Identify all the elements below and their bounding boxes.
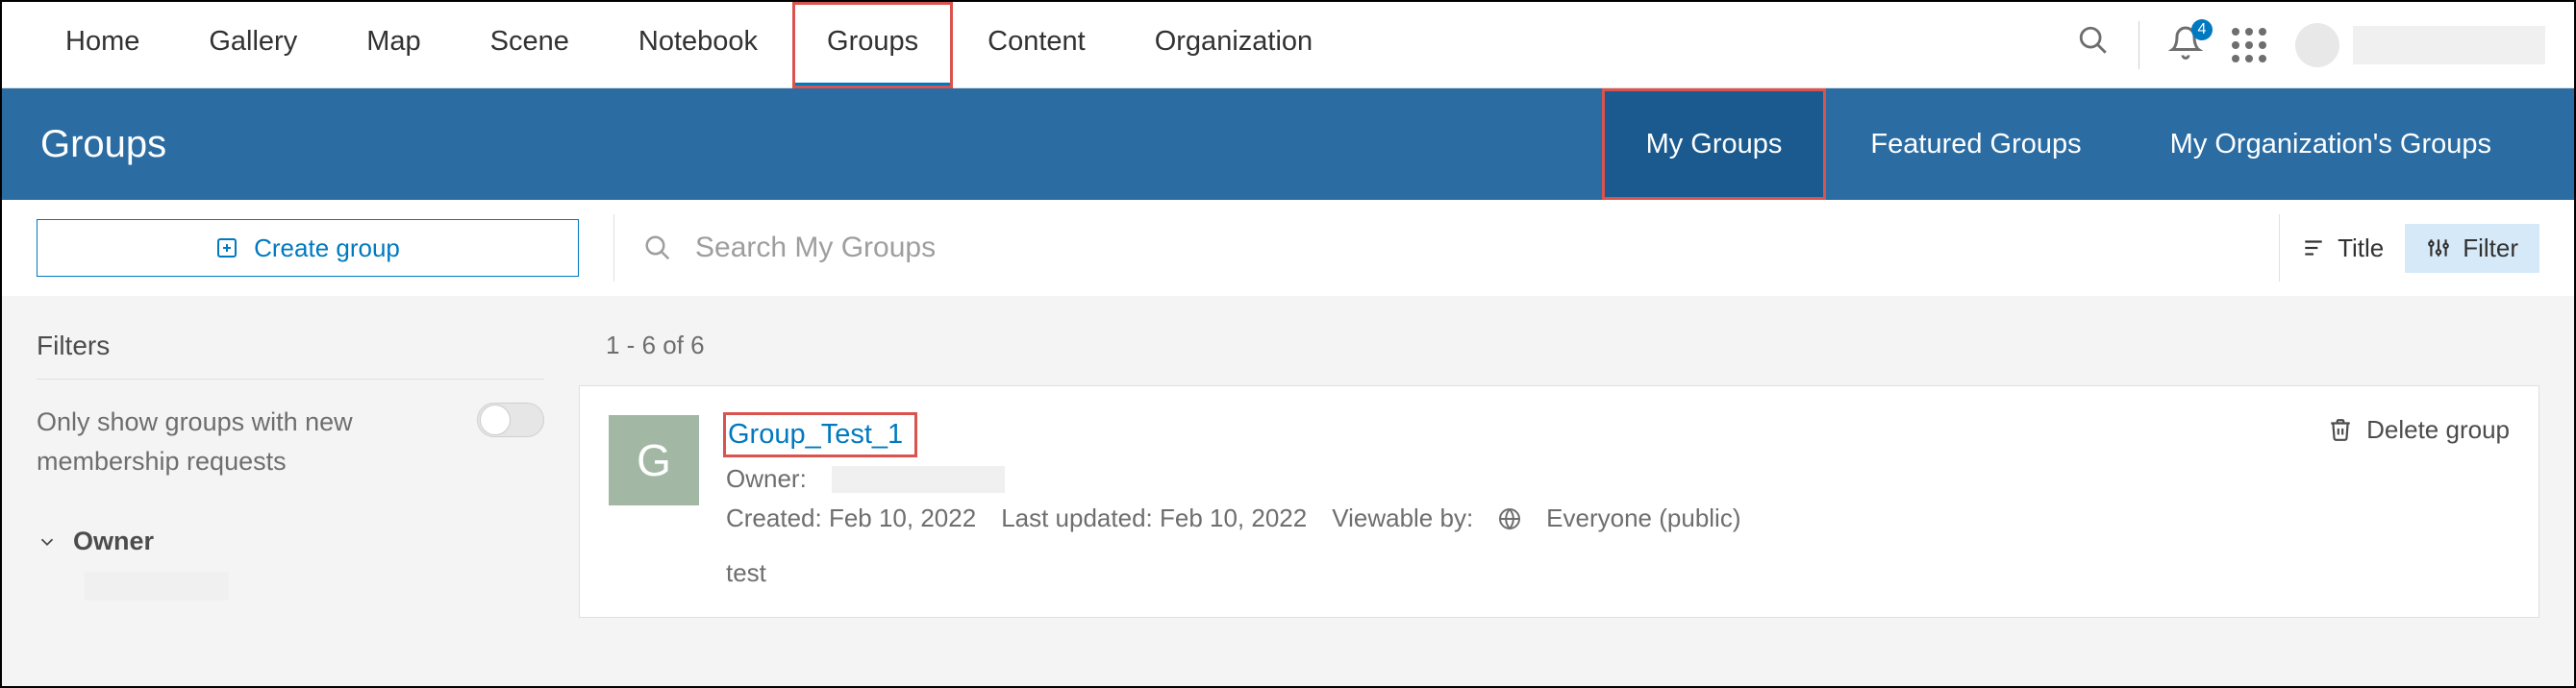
nav-content[interactable]: Content [953,2,1120,88]
nav-groups[interactable]: Groups [792,2,953,88]
divider [2138,21,2139,69]
group-card: G Group_Test_1 Owner: Created: Feb 10, 2… [579,385,2539,618]
tab-org-groups[interactable]: My Organization's Groups [2126,88,2536,200]
sort-icon [2301,235,2326,260]
apps-launcher-icon[interactable] [2232,28,2266,62]
profile-button[interactable] [2295,23,2545,67]
owner-label: Owner: [726,464,807,494]
page-header: Groups My Groups Featured Groups My Orga… [2,88,2574,200]
globe-icon [1498,507,1521,530]
filter-button[interactable]: Filter [2405,224,2539,273]
filter-membership-requests: Only show groups with new membership req… [37,403,544,480]
nav-map[interactable]: Map [332,2,455,88]
created-text: Created: Feb 10, 2022 [726,504,976,533]
group-thumbnail: G [609,415,699,505]
sort-button[interactable]: Title [2279,214,2405,282]
updated-text: Last updated: Feb 10, 2022 [1001,504,1307,533]
divider [37,379,544,380]
search-wrap [614,232,2279,264]
filter-label: Only show groups with new membership req… [37,403,458,480]
search-icon[interactable] [2077,24,2110,65]
notifications-button[interactable]: 4 [2168,25,2203,64]
content: Filters Only show groups with new member… [2,296,2574,686]
top-navigation: Home Gallery Map Scene Notebook Groups C… [2,2,2574,88]
page-title: Groups [40,123,166,166]
group-description: test [726,558,2301,588]
toolbar: Create group Title Filter [2,200,2574,296]
nav-organization[interactable]: Organization [1120,2,1347,88]
chevron-down-icon [37,531,58,553]
viewable-label: Viewable by: [1332,504,1473,533]
trash-icon [2328,415,2353,444]
toggle-membership-requests[interactable] [477,403,544,437]
create-group-label: Create group [254,233,400,263]
results-count: 1 - 6 of 6 [606,331,2539,360]
nav-right: 4 [2077,21,2545,69]
notification-badge: 4 [2191,19,2213,40]
search-icon [643,233,672,262]
viewable-value: Everyone (public) [1546,504,1740,533]
search-input[interactable] [695,232,1272,264]
tab-featured-groups[interactable]: Featured Groups [1826,88,2125,200]
sort-label: Title [2338,233,2384,263]
delete-group-button[interactable]: Delete group [2328,415,2510,588]
group-meta-dates: Created: Feb 10, 2022 Last updated: Feb … [726,504,2301,533]
subnav: My Groups Featured Groups My Organizatio… [1602,88,2536,200]
owner-label: Owner [73,527,154,556]
owner-value [85,572,229,601]
filter-icon [2426,235,2451,260]
toggle-knob [480,405,511,435]
nav-home[interactable]: Home [31,2,174,88]
nav-left: Home Gallery Map Scene Notebook Groups C… [31,2,1347,88]
filters-sidebar: Filters Only show groups with new member… [2,296,579,686]
nav-scene[interactable]: Scene [456,2,604,88]
group-title-link[interactable]: Group_Test_1 [726,415,914,455]
tab-my-groups[interactable]: My Groups [1602,88,1827,200]
nav-notebook[interactable]: Notebook [604,2,792,88]
bell-icon [2168,47,2203,63]
owner-filter-section[interactable]: Owner [37,527,544,556]
delete-group-label: Delete group [2366,415,2510,445]
username [2353,26,2545,64]
filter-label: Filter [2463,233,2518,263]
group-meta-owner: Owner: [726,464,2301,494]
create-group-button[interactable]: Create group [37,219,579,277]
avatar [2295,23,2339,67]
group-card-body: Group_Test_1 Owner: Created: Feb 10, 202… [726,415,2301,588]
nav-gallery[interactable]: Gallery [174,2,332,88]
plus-icon [215,236,238,259]
results-main: 1 - 6 of 6 G Group_Test_1 Owner: Created… [579,296,2574,686]
filters-heading: Filters [37,331,544,361]
owner-name [832,466,1005,493]
